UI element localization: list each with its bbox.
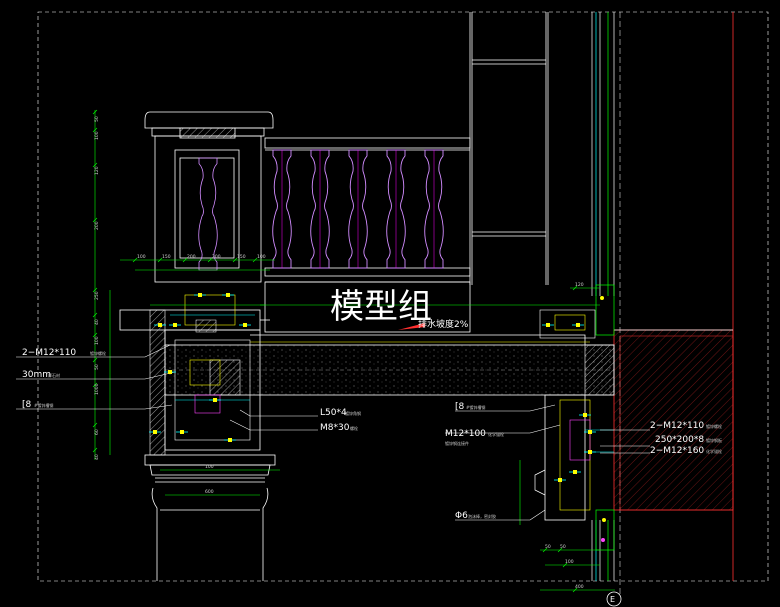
callout-far-bolt: 2−M12*110 [650,421,704,431]
callout-foam-rod: Φ6 [455,511,468,521]
callout-right-channel: [8 [455,402,465,412]
dim-left-1: 100 [94,131,100,140]
bolt-10 [572,323,584,327]
dim-left-0: 50 [94,116,100,122]
callout-chem-anchor: M12*100 [445,429,486,439]
dim-bottom-1: 600 [205,489,214,495]
dim-right-1: 50 [545,544,551,550]
callout-connector-sub: 镀锌钢连接件 [445,440,469,446]
bolt-16 [194,293,206,297]
callout-right-channel-sub: #镀锌槽钢 [466,404,485,410]
baluster-group [272,149,444,269]
dim-left-10: 40 [94,454,100,460]
watermark-text: 模型组 [330,287,432,327]
bolt-17 [209,398,221,402]
callout-steel-plate: 250*200*8 [655,435,704,445]
callout-bolt-m8-sub: 螺栓 [350,425,358,431]
callout-left-stone-sub: 厚石材 [48,372,60,378]
bolt-7 [224,438,236,442]
callout-chem-anchor-sub: 化学锚栓 [488,431,504,437]
callout-far-anchor-sub: 化学锚栓 [706,448,722,454]
callout-foam-rod-sub: 泡沫棒，密封胶 [468,513,496,519]
callout-left-stone: 30mm [22,370,51,380]
callout-far-bolt-sub: 镀锌螺栓 [706,423,722,429]
upper-wall-outline [469,12,549,285]
bolt-2 [169,323,181,327]
callout-angle-steel: L50*4 [320,408,347,418]
dim-left-7: 50 [94,364,100,370]
dim-right-0: 120 [575,282,584,288]
slope-note: 排水坡度2% [418,318,469,330]
lower-column [144,454,276,581]
dim-left-2: 120 [94,166,100,175]
bolt-15 [554,478,566,482]
bolt-3 [222,293,234,297]
dim-top-1: 150 [162,254,171,260]
balcony-section-drawing: 模型组 排水坡度2% 2−M12*110 镀锌螺栓 30mm 厚石材 [8 #镀… [16,11,769,607]
callout-far-anchor: 2−M12*160 [650,446,704,456]
dim-left-8: 1000 [94,383,100,395]
dim-right-4: 400 [575,584,584,590]
balcony-slab [164,334,615,396]
dim-right-3: 100 [565,559,574,565]
grid-axis-label: E [610,595,615,604]
dim-right-2: 50 [560,544,566,550]
bolt-4 [239,323,251,327]
callout-left-channel: [8 [22,400,32,410]
dim-top-0: 100 [137,254,146,260]
pilaster-baluster [198,157,218,271]
callout-left-bolt: 2−M12*110 [22,348,76,358]
bolt-14 [584,450,596,454]
callout-steel-plate-sub: 镀锌钢板 [706,437,722,443]
dim-left-9: 60 [94,429,100,435]
dim-top-2: 200 [187,254,196,260]
bolt-13 [584,430,596,434]
dim-left-3: 200 [94,221,100,230]
callout-angle-steel-sub: 镀锌角钢 [345,410,361,416]
dim-left-6: 100 [94,336,100,345]
structural-wall [613,329,734,511]
cad-drawing: 模型组 排水坡度2% 2−M12*110 镀锌螺栓 30mm 厚石材 [8 #镀… [0,0,780,607]
bolt-11 [579,413,591,417]
bolt-12 [569,470,581,474]
dim-top-3: 200 [212,254,221,260]
dim-bottom-0: 100 [205,464,214,470]
callout-bolt-m8: M8*30 [320,423,350,433]
dim-top-5: 100 [257,254,266,260]
bolt-6 [176,430,188,434]
dim-top-4: 150 [237,254,246,260]
left-pilaster [119,111,274,331]
dim-left-4: 250 [94,291,100,300]
callout-left-channel-sub: #镀锌槽钢 [34,402,53,408]
dim-left-5: 40 [94,319,100,325]
callout-left-bolt-sub: 镀锌螺栓 [90,350,106,356]
bolt-9 [542,323,554,327]
